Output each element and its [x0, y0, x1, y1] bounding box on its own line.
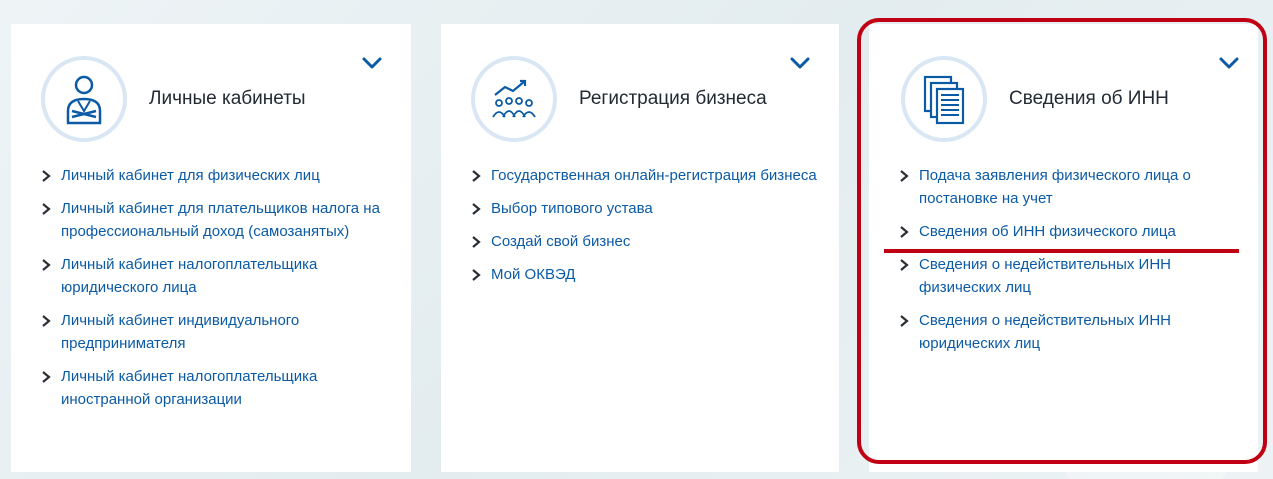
highlight-underline	[884, 249, 1239, 253]
chevron-right-icon	[472, 170, 481, 182]
business-growth-icon	[471, 56, 557, 142]
chevron-right-icon	[42, 170, 51, 182]
chevron-right-icon	[42, 371, 51, 383]
chevron-down-icon[interactable]	[1218, 52, 1240, 74]
link-item[interactable]: Мой ОКВЭД	[471, 263, 819, 286]
card-links: Подача заявления физического лица о пост…	[899, 164, 1240, 365]
card-title: Личные кабинеты	[149, 88, 306, 109]
card-links: Личный кабинет для физических лиц Личный…	[41, 164, 391, 421]
card-header: Регистрация бизнеса	[471, 54, 767, 144]
link-item[interactable]: Сведения об ИНН физического лица	[899, 220, 1240, 243]
card-header: Личные кабинеты	[41, 54, 306, 144]
link-item[interactable]: Подача заявления физического лица о пост…	[899, 164, 1240, 210]
link-item[interactable]: Сведения о недействительных ИНН физическ…	[899, 253, 1240, 299]
card-business-registration: Регистрация бизнеса Государственная онла…	[441, 24, 839, 472]
chevron-down-icon[interactable]	[789, 52, 811, 74]
chevron-right-icon	[472, 236, 481, 248]
card-personal-cabinets: Личные кабинеты Личный кабинет для физич…	[11, 24, 411, 472]
chevron-right-icon	[42, 259, 51, 271]
link-item[interactable]: Личный кабинет для плательщиков налога н…	[41, 197, 391, 243]
chevron-right-icon	[900, 259, 909, 271]
chevron-right-icon	[900, 315, 909, 327]
link-item[interactable]: Личный кабинет индивидуального предприни…	[41, 309, 391, 355]
link-item[interactable]: Личный кабинет для физических лиц	[41, 164, 391, 187]
card-title: Сведения об ИНН	[1009, 88, 1169, 109]
chevron-right-icon	[900, 170, 909, 182]
chevron-right-icon	[42, 315, 51, 327]
link-item[interactable]: Сведения о недействительных ИНН юридичес…	[899, 309, 1240, 355]
card-inn-info: Сведения об ИНН Подача заявления физичес…	[869, 24, 1258, 472]
link-item[interactable]: Личный кабинет налогоплательщика иностра…	[41, 365, 391, 411]
card-links: Государственная онлайн-регистрация бизне…	[471, 164, 819, 296]
documents-stack-icon	[901, 56, 987, 142]
person-cabinet-icon	[41, 56, 127, 142]
chevron-right-icon	[472, 269, 481, 281]
link-item[interactable]: Выбор типового устава	[471, 197, 819, 220]
chevron-right-icon	[42, 203, 51, 215]
link-item[interactable]: Личный кабинет налогоплательщика юридиче…	[41, 253, 391, 299]
card-header: Сведения об ИНН	[901, 54, 1169, 144]
card-title: Регистрация бизнеса	[579, 88, 767, 109]
chevron-right-icon	[472, 203, 481, 215]
link-item[interactable]: Государственная онлайн-регистрация бизне…	[471, 164, 819, 187]
link-item[interactable]: Создай свой бизнес	[471, 230, 819, 253]
chevron-right-icon	[900, 226, 909, 238]
chevron-down-icon[interactable]	[361, 52, 383, 74]
